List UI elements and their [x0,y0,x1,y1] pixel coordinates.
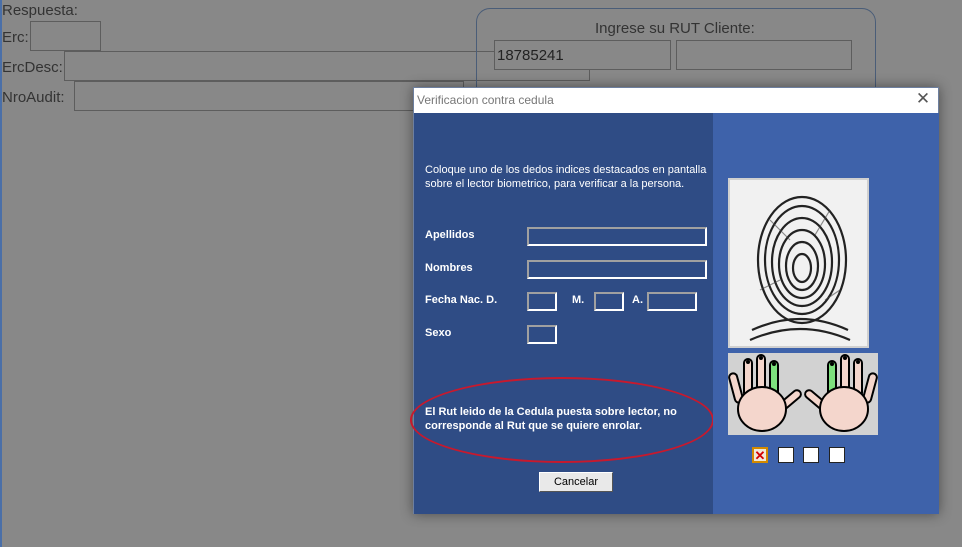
finger-1-checkbox: ✕ [752,447,768,463]
fingerprint-icon [730,180,867,346]
close-icon[interactable]: ✕ [914,90,932,108]
apellidos-label: Apellidos [425,229,475,241]
verification-dialog: Verificacion contra cedula ✕ Coloque uno… [410,87,939,514]
hands-icon [728,353,878,435]
finger-4-checkbox [829,447,845,463]
respuesta-label: Respuesta: [2,2,78,19]
error-message: El Rut leido de la Cedula puesta sobre l… [425,406,677,432]
rut-dv-input[interactable] [676,40,852,70]
rut-input[interactable]: 18785241 [494,40,671,70]
mes-label: M. [572,294,585,306]
dialog-titlebar: Verificacion contra cedula ✕ [414,88,938,113]
nombres-label: Nombres [425,262,473,274]
nombres-field[interactable] [527,260,707,279]
anio-label: A. [632,294,643,306]
instruction-text: Coloque uno de los dedos indices destaca… [425,164,707,190]
anio-field[interactable] [647,292,697,311]
fingerprint-image [728,178,869,348]
biometric-pane: ✕ [713,113,939,514]
fecha-label: Fecha Nac. D. [425,294,498,306]
cancel-button[interactable]: Cancelar [539,472,613,492]
sexo-label: Sexo [425,327,452,339]
nroaudit-label: NroAudit: [2,89,65,106]
erc-label: Erc: [2,29,29,46]
window-edge [0,0,2,547]
rut-title: Ingrese su RUT Cliente: [595,20,755,37]
mes-field[interactable] [594,292,624,311]
finger-3-checkbox [803,447,819,463]
ercdesc-label: ErcDesc: [2,59,63,76]
erc-field[interactable] [30,21,101,51]
finger-2-checkbox [778,447,794,463]
nroaudit-field[interactable] [74,81,464,111]
apellidos-field[interactable] [527,227,707,246]
dialog-title: Verificacion contra cedula [417,93,554,107]
hands-diagram [728,353,878,435]
sexo-field[interactable] [527,325,557,344]
form-pane: Coloque uno de los dedos indices destaca… [410,113,714,514]
dia-field[interactable] [527,292,557,311]
